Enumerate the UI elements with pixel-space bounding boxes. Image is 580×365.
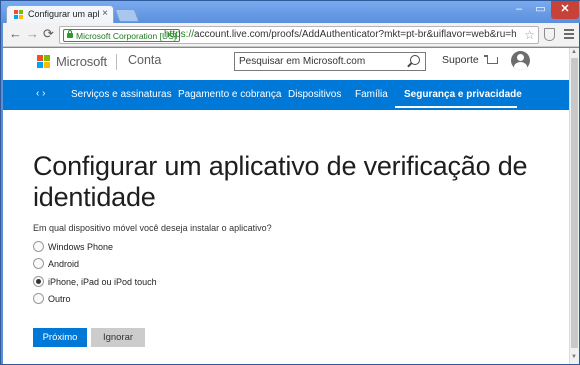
microsoft-logo-icon[interactable] (37, 55, 51, 69)
nav-item-devices[interactable]: Dispositivos (288, 89, 341, 100)
radio-button[interactable] (33, 293, 44, 304)
page-content: Microsoft Conta Pesquisar em Microsoft.c… (3, 48, 569, 364)
minimize-button[interactable]: – (508, 1, 530, 19)
browser-tab[interactable]: Configurar um aplicativo × (6, 5, 114, 24)
lock-icon (67, 30, 73, 38)
nav-item-services[interactable]: Serviços e assinaturas (71, 89, 172, 100)
url-text[interactable]: https://account.live.com/proofs/AddAuthe… (164, 29, 516, 40)
radio-button[interactable] (33, 258, 44, 269)
reload-icon[interactable]: ⟳ (43, 27, 54, 41)
ev-identity-text: Microsoft Corporation [US] (76, 31, 177, 41)
option-label: Outro (48, 294, 71, 304)
tab-title: Configurar um aplicativo (28, 9, 100, 19)
back-arrow-icon[interactable]: ← (9, 27, 22, 41)
ev-certificate-badge[interactable]: Microsoft Corporation [US] (63, 29, 181, 42)
tab-close-icon[interactable]: × (102, 8, 108, 19)
vertical-scrollbar[interactable]: ▲ ▼ (569, 48, 579, 364)
radio-button-selected[interactable] (33, 276, 44, 287)
option-label: Windows Phone (48, 242, 114, 252)
option-label: Android (48, 259, 80, 269)
page-title: Configurar um aplicativo de verificação … (33, 151, 528, 212)
search-placeholder: Pesquisar em Microsoft.com (239, 56, 366, 67)
url-scheme: https:// (164, 29, 195, 40)
nav-scroll-chevron-icon[interactable]: ‹ › (36, 88, 45, 99)
nav-item-security[interactable]: Segurança e privacidade (404, 89, 522, 100)
option-label: iPhone, iPad ou iPod touch (48, 277, 157, 287)
new-tab-button[interactable] (114, 9, 140, 22)
cart-icon[interactable] (484, 55, 498, 64)
skip-button[interactable]: Ignorar (91, 328, 145, 347)
maximize-button[interactable]: ▭ (530, 1, 551, 19)
url-path: account.live.com/proofs/AddAuthenticator… (194, 29, 516, 40)
browser-window: Configurar um aplicativo × – ▭ ✕ ← → ⟳ M… (0, 0, 580, 365)
browser-toolbar: ← → ⟳ Microsoft Corporation [US] https:/… (3, 23, 579, 47)
account-link[interactable]: Conta (128, 53, 161, 67)
header-divider (116, 54, 117, 70)
close-window-button[interactable]: ✕ (551, 1, 579, 19)
tab-strip: Configurar um aplicativo × – ▭ ✕ (1, 1, 580, 24)
search-input[interactable]: Pesquisar em Microsoft.com (234, 52, 426, 71)
search-icon[interactable] (410, 55, 420, 65)
next-button[interactable]: Próximo (33, 328, 87, 347)
radio-button[interactable] (33, 241, 44, 252)
nav-item-payment[interactable]: Pagamento e cobrança (178, 89, 281, 100)
scrollbar-thumb[interactable] (571, 58, 578, 348)
support-link[interactable]: Suporte (442, 54, 479, 66)
forward-arrow-icon[interactable]: → (26, 27, 39, 41)
address-bar[interactable]: Microsoft Corporation [US] https://accou… (59, 26, 539, 44)
bookmark-star-icon[interactable]: ☆ (524, 28, 535, 42)
site-header: Microsoft Conta Pesquisar em Microsoft.c… (3, 48, 569, 80)
scroll-up-icon[interactable]: ▲ (571, 49, 577, 55)
device-question: Em qual dispositivo móvel você deseja in… (33, 223, 272, 233)
avatar[interactable] (511, 51, 530, 70)
active-nav-indicator (395, 106, 517, 108)
shield-extension-icon[interactable] (544, 28, 555, 41)
microsoft-brand[interactable]: Microsoft (56, 54, 107, 69)
scroll-down-icon[interactable]: ▼ (571, 354, 577, 360)
nav-item-family[interactable]: Família (355, 89, 388, 100)
microsoft-favicon-icon (14, 10, 24, 20)
menu-hamburger-icon[interactable] (564, 29, 574, 41)
account-nav: ‹ › Serviços e assinaturas Pagamento e c… (3, 80, 569, 110)
